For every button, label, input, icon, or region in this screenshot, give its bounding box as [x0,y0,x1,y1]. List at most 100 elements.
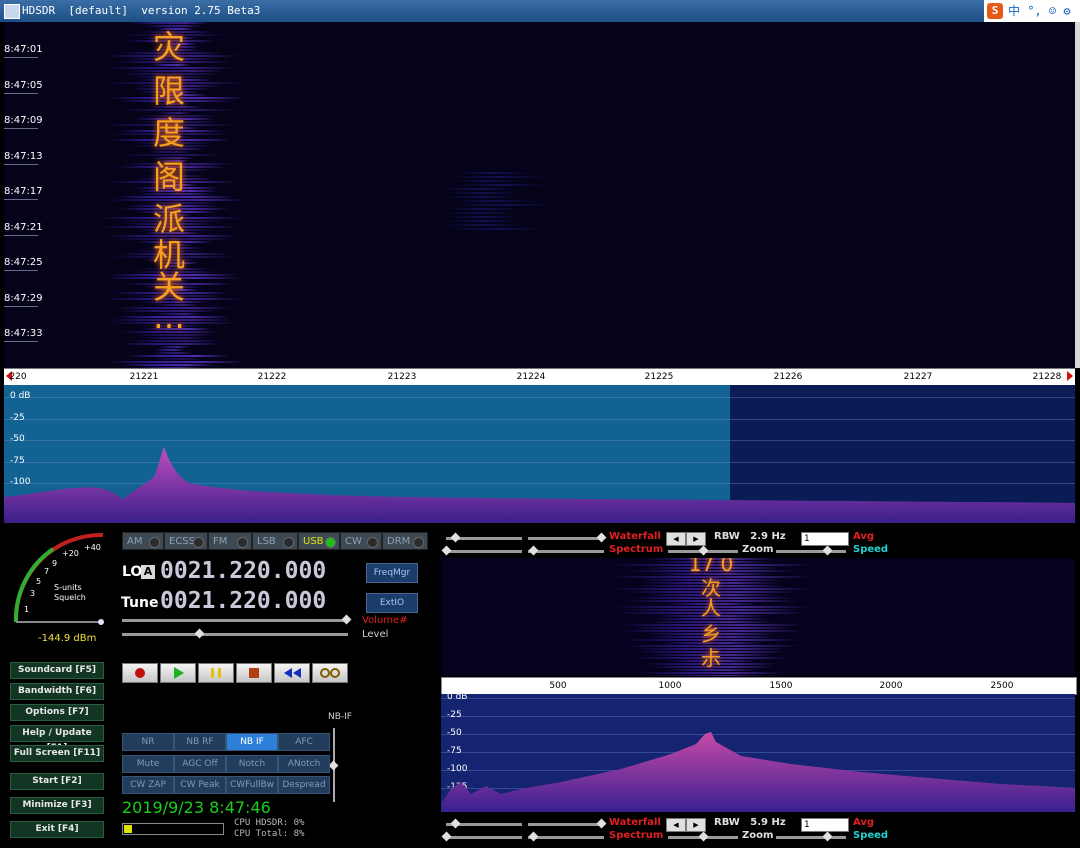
sogou-icon[interactable]: S [987,3,1003,19]
mode-usb-button[interactable]: USB [298,532,340,550]
waterfall-scrollbar[interactable] [1075,22,1080,368]
frequency-axis[interactable]: 220 21221 21222 21223 21224 21225 21226 21227 21… [4,368,1075,386]
button-key: [F3] [70,800,92,810]
lower_ctl-sp-slider-b[interactable] [528,836,604,839]
af-waterfall[interactable]: 17 0次人乡尗 [441,558,1075,676]
af-spectrum[interactable]: 0 dB-25-50-75-100-125-150 [441,694,1075,812]
nbif-thumb[interactable] [328,760,339,771]
upper_ctl-wf-thumb-a[interactable] [450,532,461,543]
lower_ctl-right-arrow-icon[interactable]: ▶ [686,818,706,832]
extio-button[interactable]: ExtIO [366,593,418,613]
upper_ctl-avg-select[interactable]: 1 [801,532,849,546]
options-button[interactable]: Options [F7] [10,704,104,721]
dsp-notch-button[interactable]: Notch [226,754,278,773]
bandwidth-button[interactable]: Bandwidth [F6] [10,683,104,700]
upper_ctl-sp-slider-a[interactable] [446,550,522,553]
upper_ctl-left-arrow-icon[interactable]: ◀ [666,532,686,546]
waterfall-streak [153,358,202,360]
dsp-nb-if-button[interactable]: NB IF [226,733,278,751]
dsp-nb-rf-button[interactable]: NB RF [174,733,226,751]
spectrum-display[interactable]: 0 dB-25-50-75-100-125 [4,385,1075,523]
s-scale-5: 5 [36,577,42,586]
upper_ctl-avg-label: Avg [853,531,875,542]
waterfall-streak [128,340,222,342]
record-button[interactable] [122,663,158,683]
dsp-agc-off-button[interactable]: AGC Off [174,754,226,773]
loop-button[interactable] [312,663,348,683]
ime-toolbar[interactable]: S 中 °, ☺ ⚙ [984,0,1080,22]
play-button[interactable] [160,663,196,683]
af-tick-label: 2000 [879,681,903,691]
waterfall-display[interactable]: 灾限度阁派机关… 8:47:01 8:47:05 8:47:09 8:47:13 8:4… [4,22,1075,368]
upper_ctl-sp-thumb-b[interactable] [528,545,539,556]
mode-ecss-button[interactable]: ECSS [164,532,208,550]
upper_ctl-right-arrow-icon[interactable]: ▶ [686,532,706,546]
upper_ctl-speed-slider[interactable] [776,550,846,553]
help-update-button[interactable]: Help / Update [F1] [10,725,104,753]
lo-ab-toggle[interactable]: A [141,565,155,579]
mode-fm-button[interactable]: FM [208,532,252,550]
s-scale-9: 9 [52,559,58,568]
dsp-despread-button[interactable]: Despread [278,776,330,794]
minimize-button[interactable]: Minimize [F3] [10,797,104,814]
start-button[interactable]: Start [F2] [10,773,104,790]
dsp-afc-button[interactable]: AFC [278,733,330,751]
full-screen-button[interactable]: Full Screen [F11] [10,745,104,762]
ime-status[interactable]: 中 °, ☺ ⚙ [1008,0,1071,22]
dsp-cw-peak-button[interactable]: CW Peak [174,776,226,794]
mode-label: AM [127,536,143,547]
upper_ctl-wf-slider-b[interactable] [528,537,604,540]
dsp-mute-button[interactable]: Mute [122,754,174,773]
freqmgr-button[interactable]: FreqMgr [366,563,418,583]
stop-button[interactable] [236,663,272,683]
lower_ctl-sp-slider-a[interactable] [446,836,522,839]
rewind-button[interactable] [274,663,310,683]
pause-button[interactable] [198,663,234,683]
mode-am-button[interactable]: AM [122,532,164,550]
freq-tick-label: 21223 [387,372,417,382]
soundcard-button[interactable]: Soundcard [F5] [10,662,104,679]
mode-label: DRM [387,536,411,547]
dsp-cwfullbw-button[interactable]: CWFullBw [226,776,278,794]
lower_ctl-speed-label: Speed [853,830,889,841]
upper_ctl-speed-thumb[interactable] [822,545,833,556]
cpu-hdsdr: CPU HDSDR: 0% [234,818,305,828]
nbif-label: NB-IF [328,712,352,722]
button-label: Soundcard [18,665,73,675]
upper_ctl-spectrum-label: Spectrum [609,544,664,555]
mode-drm-button[interactable]: DRM [382,532,428,550]
mode-cw-button[interactable]: CW [340,532,382,550]
cpu-bar [122,823,224,835]
volume-slider[interactable] [122,619,348,622]
dsp-nr-button[interactable]: NR [122,733,174,751]
af-frequency-axis[interactable]: 500 1000 1500 2000 2500 [441,677,1077,695]
upper_ctl-sp-slider-b[interactable] [528,550,604,553]
lower_ctl-sp-thumb-b[interactable] [528,831,539,842]
lower_ctl-wf-thumb-a[interactable] [450,818,461,829]
lower_ctl-left-arrow-icon[interactable]: ◀ [666,818,686,832]
level-slider[interactable] [122,633,348,636]
lower_ctl-avg-select[interactable]: 1 [801,818,849,832]
lower_ctl-sp-thumb-a[interactable] [441,831,452,842]
lower_ctl-speed-thumb[interactable] [822,831,833,842]
lower_ctl-wf-thumb-b[interactable] [596,818,607,829]
freq-tick-label: 21227 [903,372,933,382]
freq-tick-label: 21222 [257,372,287,382]
lower_ctl-zoom-thumb[interactable] [698,831,709,842]
volume-thumb[interactable] [341,614,352,625]
lo-frequency[interactable]: 0021.220.000 [160,558,326,584]
level-thumb[interactable] [194,628,205,639]
upper_ctl-sp-thumb-a[interactable] [441,545,452,556]
waterfall-streak [158,346,189,348]
upper_ctl-wf-thumb-b[interactable] [596,532,607,543]
upper_ctl-zoom-thumb[interactable] [698,545,709,556]
dsp-cw-zap-button[interactable]: CW ZAP [122,776,174,794]
dsp-anotch-button[interactable]: ANotch [278,754,330,773]
mode-lsb-button[interactable]: LSB [252,532,298,550]
exit-button[interactable]: Exit [F4] [10,821,104,838]
tune-frequency[interactable]: 0021.220.000 [160,588,326,614]
scroll-right-icon[interactable] [1067,371,1073,381]
waterfall-streak [446,192,520,194]
lower_ctl-speed-slider[interactable] [776,836,846,839]
lower_ctl-wf-slider-b[interactable] [528,823,604,826]
